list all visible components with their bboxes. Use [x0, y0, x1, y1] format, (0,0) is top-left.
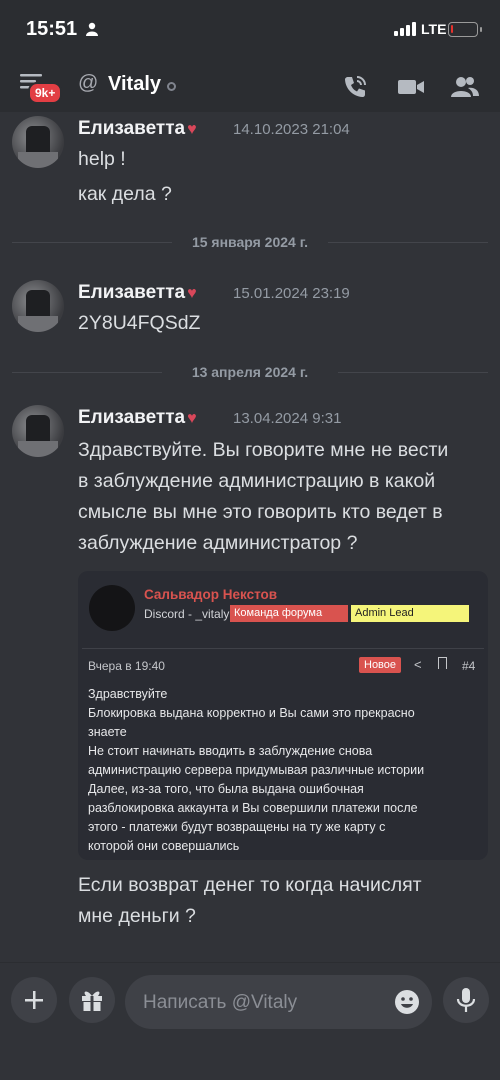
- message-line: Здравствуйте. Вы говорите мне не вести: [78, 439, 449, 461]
- signal-icon: [394, 22, 416, 36]
- message: Елизаветта ♥ 15.01.2024 23:19 2Y8U4FQSdZ: [0, 278, 500, 348]
- avatar[interactable]: [12, 116, 64, 168]
- message-timestamp: 15.01.2024 23:19: [233, 285, 350, 302]
- embed-author-sub: Discord - _vitaly: [144, 607, 230, 621]
- offline-status-icon: [167, 82, 176, 91]
- anatomical-heart-emoji: ♥: [187, 121, 197, 138]
- embed-line: Здравствуйте: [88, 687, 168, 701]
- at-icon: @: [78, 72, 99, 94]
- battery-level: [451, 25, 453, 33]
- add-attachment-button[interactable]: [11, 977, 57, 1023]
- gift-icon: [82, 991, 102, 1011]
- embed-line: знаете: [88, 725, 127, 739]
- author-name[interactable]: Елизаветта ♥: [78, 118, 197, 140]
- avatar[interactable]: [12, 405, 64, 457]
- avatar[interactable]: [12, 280, 64, 332]
- author-name[interactable]: Елизаветта ♥: [78, 282, 197, 304]
- gift-button[interactable]: [69, 977, 115, 1023]
- embed-line: которой они совершались: [88, 839, 240, 853]
- message-line: 2Y8U4FQSdZ: [78, 312, 201, 334]
- network-label: LTE: [421, 21, 447, 37]
- message-line: в заблуждение администрацию в какой: [78, 470, 436, 492]
- embed-body: Здравствуйте Блокировка выдана корректно…: [88, 685, 480, 856]
- message-composer: Написать @Vitaly: [0, 962, 500, 1080]
- share-icon: <: [414, 657, 422, 672]
- date-divider: 13 апреля 2024 г.: [12, 364, 488, 380]
- date-divider-label: 15 января 2024 г.: [191, 234, 309, 250]
- message: Елизаветта ♥ 14.10.2023 21:04 help ! как …: [0, 112, 500, 222]
- new-badge: Новое: [359, 657, 402, 673]
- members-icon[interactable]: [450, 72, 480, 102]
- embed-line: Не стоит начинать вводить в заблуждение …: [88, 744, 373, 758]
- anatomical-heart-emoji: ♥: [187, 285, 197, 302]
- voice-message-button[interactable]: [443, 977, 489, 1023]
- anatomical-heart-emoji: ♥: [187, 410, 197, 427]
- embed-date: Вчера в 19:40: [88, 659, 165, 673]
- emoji-icon[interactable]: [394, 989, 420, 1015]
- date-divider-label: 13 апреля 2024 г.: [191, 364, 309, 380]
- date-divider: 15 января 2024 г.: [12, 234, 488, 250]
- message-line: смысле вы мне это говорить кто ведет в: [78, 501, 443, 523]
- embed-line: этого - платежи будут возвращены на ту ж…: [88, 820, 386, 834]
- divider: [82, 648, 484, 649]
- status-bar: 15:51 LTE: [0, 0, 500, 62]
- author-name[interactable]: Елизаветта ♥: [78, 407, 197, 429]
- embed-role-tag: Admin Lead: [351, 605, 469, 622]
- battery-icon: [448, 22, 482, 37]
- person-icon: [86, 22, 98, 36]
- message-timestamp: 14.10.2023 21:04: [233, 121, 350, 138]
- call-icon[interactable]: [340, 72, 370, 102]
- message-line: как дела ?: [78, 183, 172, 205]
- message-line: Если возврат денег то когда начислят: [78, 874, 422, 896]
- embed-author-name: Сальвадор Некстов: [144, 587, 278, 602]
- post-number: #4: [462, 659, 476, 673]
- message-line: мне деньги ?: [78, 905, 196, 927]
- embed-line: Блокировка выдана корректно и Вы сами эт…: [88, 706, 415, 720]
- embed-avatar: [89, 585, 135, 631]
- embed-line: разблокировка аккаунта и Вы совершили пл…: [88, 801, 418, 815]
- clock: 15:51: [26, 18, 78, 40]
- channel-header: 9k+ @ Vitaly: [0, 62, 500, 112]
- plus-icon: [25, 991, 43, 1009]
- embed-line: Далее, из-за того, что была выдана ошибо…: [88, 782, 364, 796]
- message-input[interactable]: Написать @Vitaly: [125, 975, 432, 1029]
- message-timestamp: 13.04.2024 9:31: [233, 410, 342, 427]
- message-line: help !: [78, 148, 126, 170]
- embed-line: администрацию сервера придумывая различн…: [88, 763, 425, 777]
- message-line: заблуждение администратор ?: [78, 532, 358, 554]
- message-input-placeholder: Написать @Vitaly: [143, 992, 298, 1013]
- microphone-icon: [456, 988, 476, 1012]
- unread-badge: 9k+: [28, 82, 63, 104]
- attached-image[interactable]: Сальвадор Некстов Discord - _vitaly Кома…: [78, 571, 488, 860]
- dm-title[interactable]: Vitaly: [108, 73, 161, 96]
- video-call-icon[interactable]: [396, 72, 426, 102]
- embed-role-tag: Команда форума: [230, 605, 348, 622]
- bookmark-icon: [438, 657, 447, 669]
